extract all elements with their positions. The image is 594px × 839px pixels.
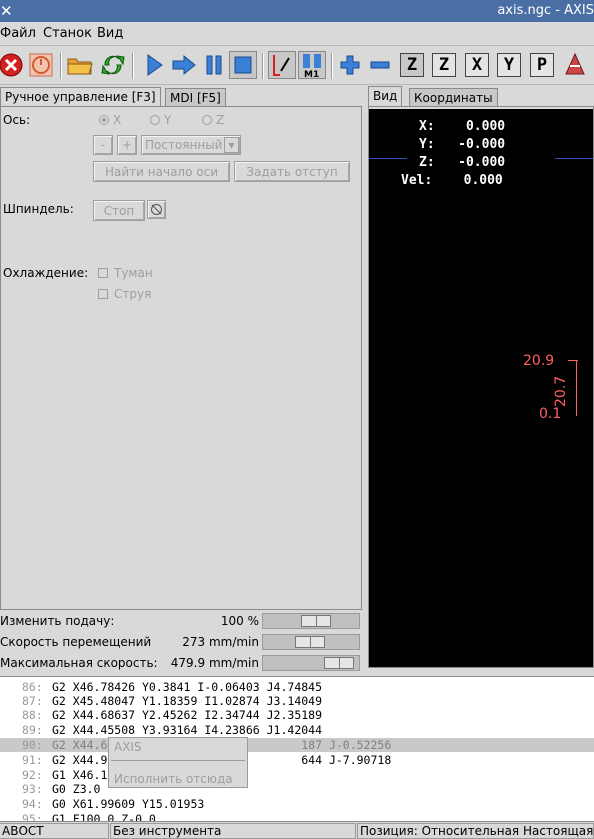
gcode-listing[interactable]: 86: G2 X46.78426 Y0.3841 I-0.06403 J4.748…: [0, 676, 594, 821]
max-velocity-row: Максимальная скорость: 479.9 mm/min: [0, 653, 362, 673]
stop-icon[interactable]: [229, 51, 257, 79]
tool-status: Без инструмента: [110, 823, 356, 839]
jog-speed-row: Скорость перемещений 273 mm/min: [0, 632, 362, 652]
menu-bar: Файл Станок Вид: [0, 22, 594, 46]
feed-override-slider[interactable]: [262, 613, 360, 629]
manual-control-panel: Ось: X Y Z - + Постоянный ▼ Найти начало…: [0, 106, 362, 610]
dro-x: X: 0.000: [419, 119, 506, 134]
spindle-brake-icon[interactable]: [147, 200, 166, 219]
code-line[interactable]: 88: G2 X44.68637 Y2.45262 I2.34744 J2.351…: [0, 708, 594, 722]
tab-manual[interactable]: Ручное управление [F3]: [0, 87, 161, 107]
code-line-selected[interactable]: 90: G2 X44.6 187 J-0.52256: [0, 738, 594, 752]
axis-line: [369, 158, 407, 159]
tab-dro[interactable]: Координаты: [409, 88, 498, 108]
optional-stop-icon[interactable]: M1: [298, 51, 326, 79]
code-line[interactable]: 95: G1 F100.0 Z-0.0: [0, 812, 594, 821]
power-icon[interactable]: [27, 51, 55, 79]
axis-line: [555, 158, 593, 159]
open-file-icon[interactable]: [66, 51, 94, 79]
dro-vel: Vel: 0.000: [401, 173, 503, 188]
close-icon[interactable]: ✕: [0, 2, 13, 20]
coolant-label: Охлаждение:: [3, 266, 89, 280]
max-velocity-label: Максимальная скорость:: [0, 656, 158, 670]
spindle-label: Шпиндель:: [3, 202, 74, 216]
context-menu-header: AXIS: [114, 740, 142, 754]
dimension-bottom: 0.1: [539, 406, 562, 422]
run-icon[interactable]: [140, 51, 168, 79]
machine-state: АВОСТ: [0, 823, 109, 839]
window-title: axis.ngc - AXIS: [497, 3, 594, 18]
home-axis-button[interactable]: Найти начало оси: [93, 161, 230, 182]
code-line[interactable]: 86: G2 X46.78426 Y0.3841 I-0.06403 J4.748…: [0, 680, 594, 694]
slider-thumb[interactable]: [295, 636, 325, 648]
view-x-icon[interactable]: X: [463, 51, 491, 79]
dimension-top: 20.9: [523, 353, 555, 369]
position-status: Позиция: Относительная Настоящая: [357, 823, 594, 839]
jog-mode-value: Постоянный: [145, 138, 223, 152]
view-p-icon[interactable]: P: [528, 51, 556, 79]
menu-machine[interactable]: Станок: [43, 26, 92, 41]
jog-minus-button[interactable]: -: [93, 135, 113, 155]
code-line[interactable]: 92: G1 X46.1: [0, 768, 594, 782]
code-line[interactable]: 91: G2 X44.9 644 J-7.90718: [0, 753, 594, 767]
flood-checkbox[interactable]: Струя: [98, 287, 151, 301]
code-line[interactable]: 94: G0 X61.99609 Y15.01953: [0, 797, 594, 811]
dro-z: Z: -0.000: [419, 155, 506, 170]
spindle-stop-button[interactable]: Стоп: [93, 200, 145, 221]
slider-thumb[interactable]: [324, 657, 354, 669]
dro-y: Y: -0.000: [419, 137, 506, 152]
max-velocity-slider[interactable]: [262, 655, 360, 671]
jog-speed-slider[interactable]: [262, 634, 360, 650]
toolbar: M1 Z Z X Y P: [0, 47, 594, 85]
view-z-icon[interactable]: Z: [398, 51, 426, 79]
jog-speed-value: 273 mm/min: [182, 635, 259, 649]
axis-radio-y[interactable]: Y: [150, 113, 171, 127]
clear-plot-icon[interactable]: [561, 51, 589, 79]
jog-plus-button[interactable]: +: [117, 135, 137, 155]
slider-thumb[interactable]: [301, 615, 331, 627]
dimension-line: [576, 360, 577, 416]
zoom-in-icon[interactable]: [336, 51, 364, 79]
tab-preview[interactable]: Вид: [368, 86, 403, 106]
run-from-here-item[interactable]: Исполнить отсюда: [114, 772, 233, 786]
status-bar: АВОСТ Без инструмента Позиция: Относител…: [0, 821, 594, 839]
chevron-down-icon: ▼: [224, 137, 239, 153]
dimension-side: 20.7: [553, 375, 569, 407]
zoom-out-icon[interactable]: [366, 51, 394, 79]
axis-radio-x[interactable]: X: [99, 113, 121, 127]
axis-label: Ось:: [3, 113, 31, 127]
pause-icon[interactable]: [200, 51, 228, 79]
feed-override-row: Изменить подачу: 100 %: [0, 611, 362, 631]
view-y-icon[interactable]: Y: [495, 51, 523, 79]
menu-view[interactable]: Вид: [97, 26, 123, 41]
axis-radio-z[interactable]: Z: [202, 113, 224, 127]
feed-override-value: 100 %: [220, 614, 259, 628]
feed-override-label: Изменить подачу:: [0, 614, 115, 628]
title-bar: ✕ axis.ngc - AXIS: [0, 0, 594, 22]
code-line[interactable]: 93: G0 Z3.0: [0, 782, 594, 796]
code-line[interactable]: 89: G2 X44.45508 Y3.93164 I4.23866 J1.420…: [0, 723, 594, 737]
block-delete-icon[interactable]: [268, 51, 296, 79]
code-line[interactable]: 87: G2 X45.48047 Y1.18359 I1.02874 J3.140…: [0, 694, 594, 708]
jog-mode-select[interactable]: Постоянный ▼: [141, 135, 241, 155]
mist-checkbox[interactable]: Туман: [98, 266, 153, 280]
max-velocity-value: 479.9 mm/min: [170, 656, 259, 670]
context-menu: AXIS Исполнить отсюда: [108, 737, 248, 788]
tab-mdi[interactable]: MDI [F5]: [165, 88, 226, 108]
touch-off-button[interactable]: Задать отступ: [234, 161, 350, 182]
step-icon[interactable]: [170, 51, 198, 79]
reload-icon[interactable]: [99, 51, 127, 79]
preview-canvas[interactable]: X: 0.000 Y: -0.000 Z: -0.000 Vel: 0.000 …: [368, 106, 594, 668]
jog-speed-label: Скорость перемещений: [0, 635, 152, 649]
estop-icon[interactable]: [0, 51, 25, 79]
dimension-tick: [568, 360, 578, 361]
menu-file[interactable]: Файл: [0, 26, 36, 41]
view-z2-icon[interactable]: Z: [430, 51, 458, 79]
svg-text:M1: M1: [304, 70, 319, 78]
